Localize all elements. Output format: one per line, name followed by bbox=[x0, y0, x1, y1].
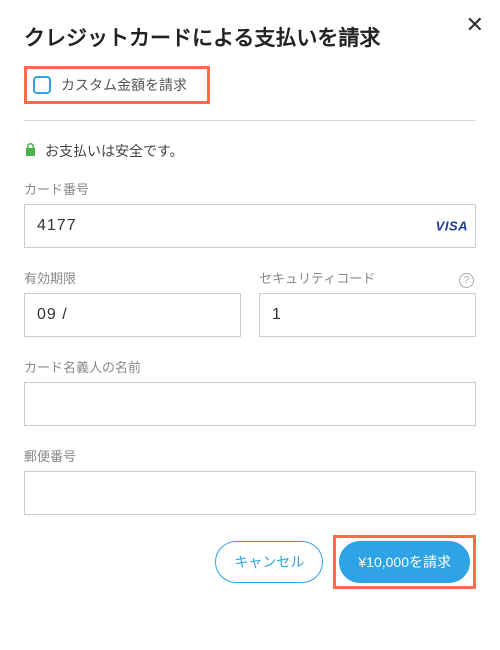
modal-title: クレジットカードによる支払いを請求 bbox=[24, 22, 476, 52]
card-number-input[interactable] bbox=[24, 204, 476, 248]
cvc-field: セキュリティコード ? bbox=[259, 268, 476, 337]
highlight-submit: ¥10,000を請求 bbox=[333, 535, 476, 589]
cardholder-field: カード名義人の名前 bbox=[24, 357, 476, 426]
custom-amount-row[interactable]: カスタム金額を請求 bbox=[33, 75, 187, 95]
cardholder-label: カード名義人の名前 bbox=[24, 357, 476, 376]
submit-button[interactable]: ¥10,000を請求 bbox=[339, 541, 470, 583]
visa-icon: VISA bbox=[436, 219, 468, 234]
secure-notice: お支払いは安全です。 bbox=[24, 141, 476, 161]
secure-text: お支払いは安全です。 bbox=[45, 141, 184, 161]
lock-icon bbox=[24, 142, 37, 160]
expiry-cvc-row: 有効期限 セキュリティコード ? bbox=[24, 268, 476, 357]
postal-label: 郵便番号 bbox=[24, 446, 476, 465]
highlight-custom-amount: カスタム金額を請求 bbox=[24, 66, 210, 104]
cardholder-input[interactable] bbox=[24, 382, 476, 426]
close-icon[interactable]: ✕ bbox=[466, 14, 484, 36]
payment-modal: ✕ クレジットカードによる支払いを請求 カスタム金額を請求 お支払いは安全です。… bbox=[0, 0, 500, 609]
footer-actions: キャンセル ¥10,000を請求 bbox=[24, 535, 476, 589]
expiry-input[interactable] bbox=[24, 293, 241, 337]
card-number-input-wrap: VISA bbox=[24, 204, 476, 248]
help-icon[interactable]: ? bbox=[459, 273, 474, 288]
expiry-field: 有効期限 bbox=[24, 268, 241, 337]
custom-amount-label: カスタム金額を請求 bbox=[61, 75, 187, 95]
postal-input[interactable] bbox=[24, 471, 476, 515]
expiry-label: 有効期限 bbox=[24, 268, 241, 287]
postal-field: 郵便番号 bbox=[24, 446, 476, 515]
cvc-label-row: セキュリティコード ? bbox=[259, 268, 476, 293]
cvc-label: セキュリティコード bbox=[259, 268, 375, 287]
card-number-field: カード番号 VISA bbox=[24, 179, 476, 248]
cancel-button[interactable]: キャンセル bbox=[215, 541, 323, 583]
divider bbox=[24, 120, 476, 121]
custom-amount-checkbox[interactable] bbox=[33, 76, 51, 94]
card-number-label: カード番号 bbox=[24, 179, 476, 198]
cvc-input[interactable] bbox=[259, 293, 476, 337]
